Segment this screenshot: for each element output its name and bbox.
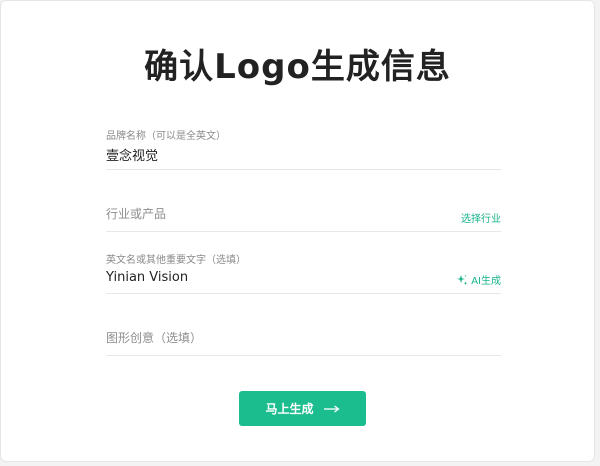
brand-name-field[interactable]: 品牌名称（可以是全英文） 壹念视觉: [106, 125, 501, 170]
generate-now-label: 马上生成: [265, 402, 314, 416]
brand-name-value[interactable]: 壹念视觉: [106, 145, 158, 164]
generate-now-button[interactable]: 马上生成: [239, 391, 366, 426]
english-name-value[interactable]: Yinian Vision: [106, 270, 188, 285]
graphic-idea-placeholder[interactable]: 图形创意（选填）: [106, 329, 202, 346]
english-name-field[interactable]: 英文名或其他重要文字（选填） Yinian Vision AI生成: [106, 249, 501, 294]
graphic-idea-field[interactable]: 图形创意（选填）: [106, 313, 501, 356]
english-name-label: 英文名或其他重要文字（选填）: [106, 255, 246, 266]
ai-generate-label: AI生成: [471, 276, 501, 287]
industry-field[interactable]: 行业或产品 选择行业: [106, 191, 501, 232]
ai-generate-button[interactable]: AI生成: [456, 272, 501, 287]
arrow-right-icon: [323, 404, 340, 413]
form-card: 确认Logo生成信息 品牌名称（可以是全英文） 壹念视觉 行业或产品 选择行业 …: [0, 0, 595, 462]
sparkle-icon: [457, 274, 468, 285]
select-industry-link[interactable]: 选择行业: [461, 210, 501, 225]
brand-name-label: 品牌名称（可以是全英文）: [106, 131, 226, 142]
industry-placeholder[interactable]: 行业或产品: [106, 205, 166, 222]
page-title: 确认Logo生成信息: [144, 47, 451, 87]
